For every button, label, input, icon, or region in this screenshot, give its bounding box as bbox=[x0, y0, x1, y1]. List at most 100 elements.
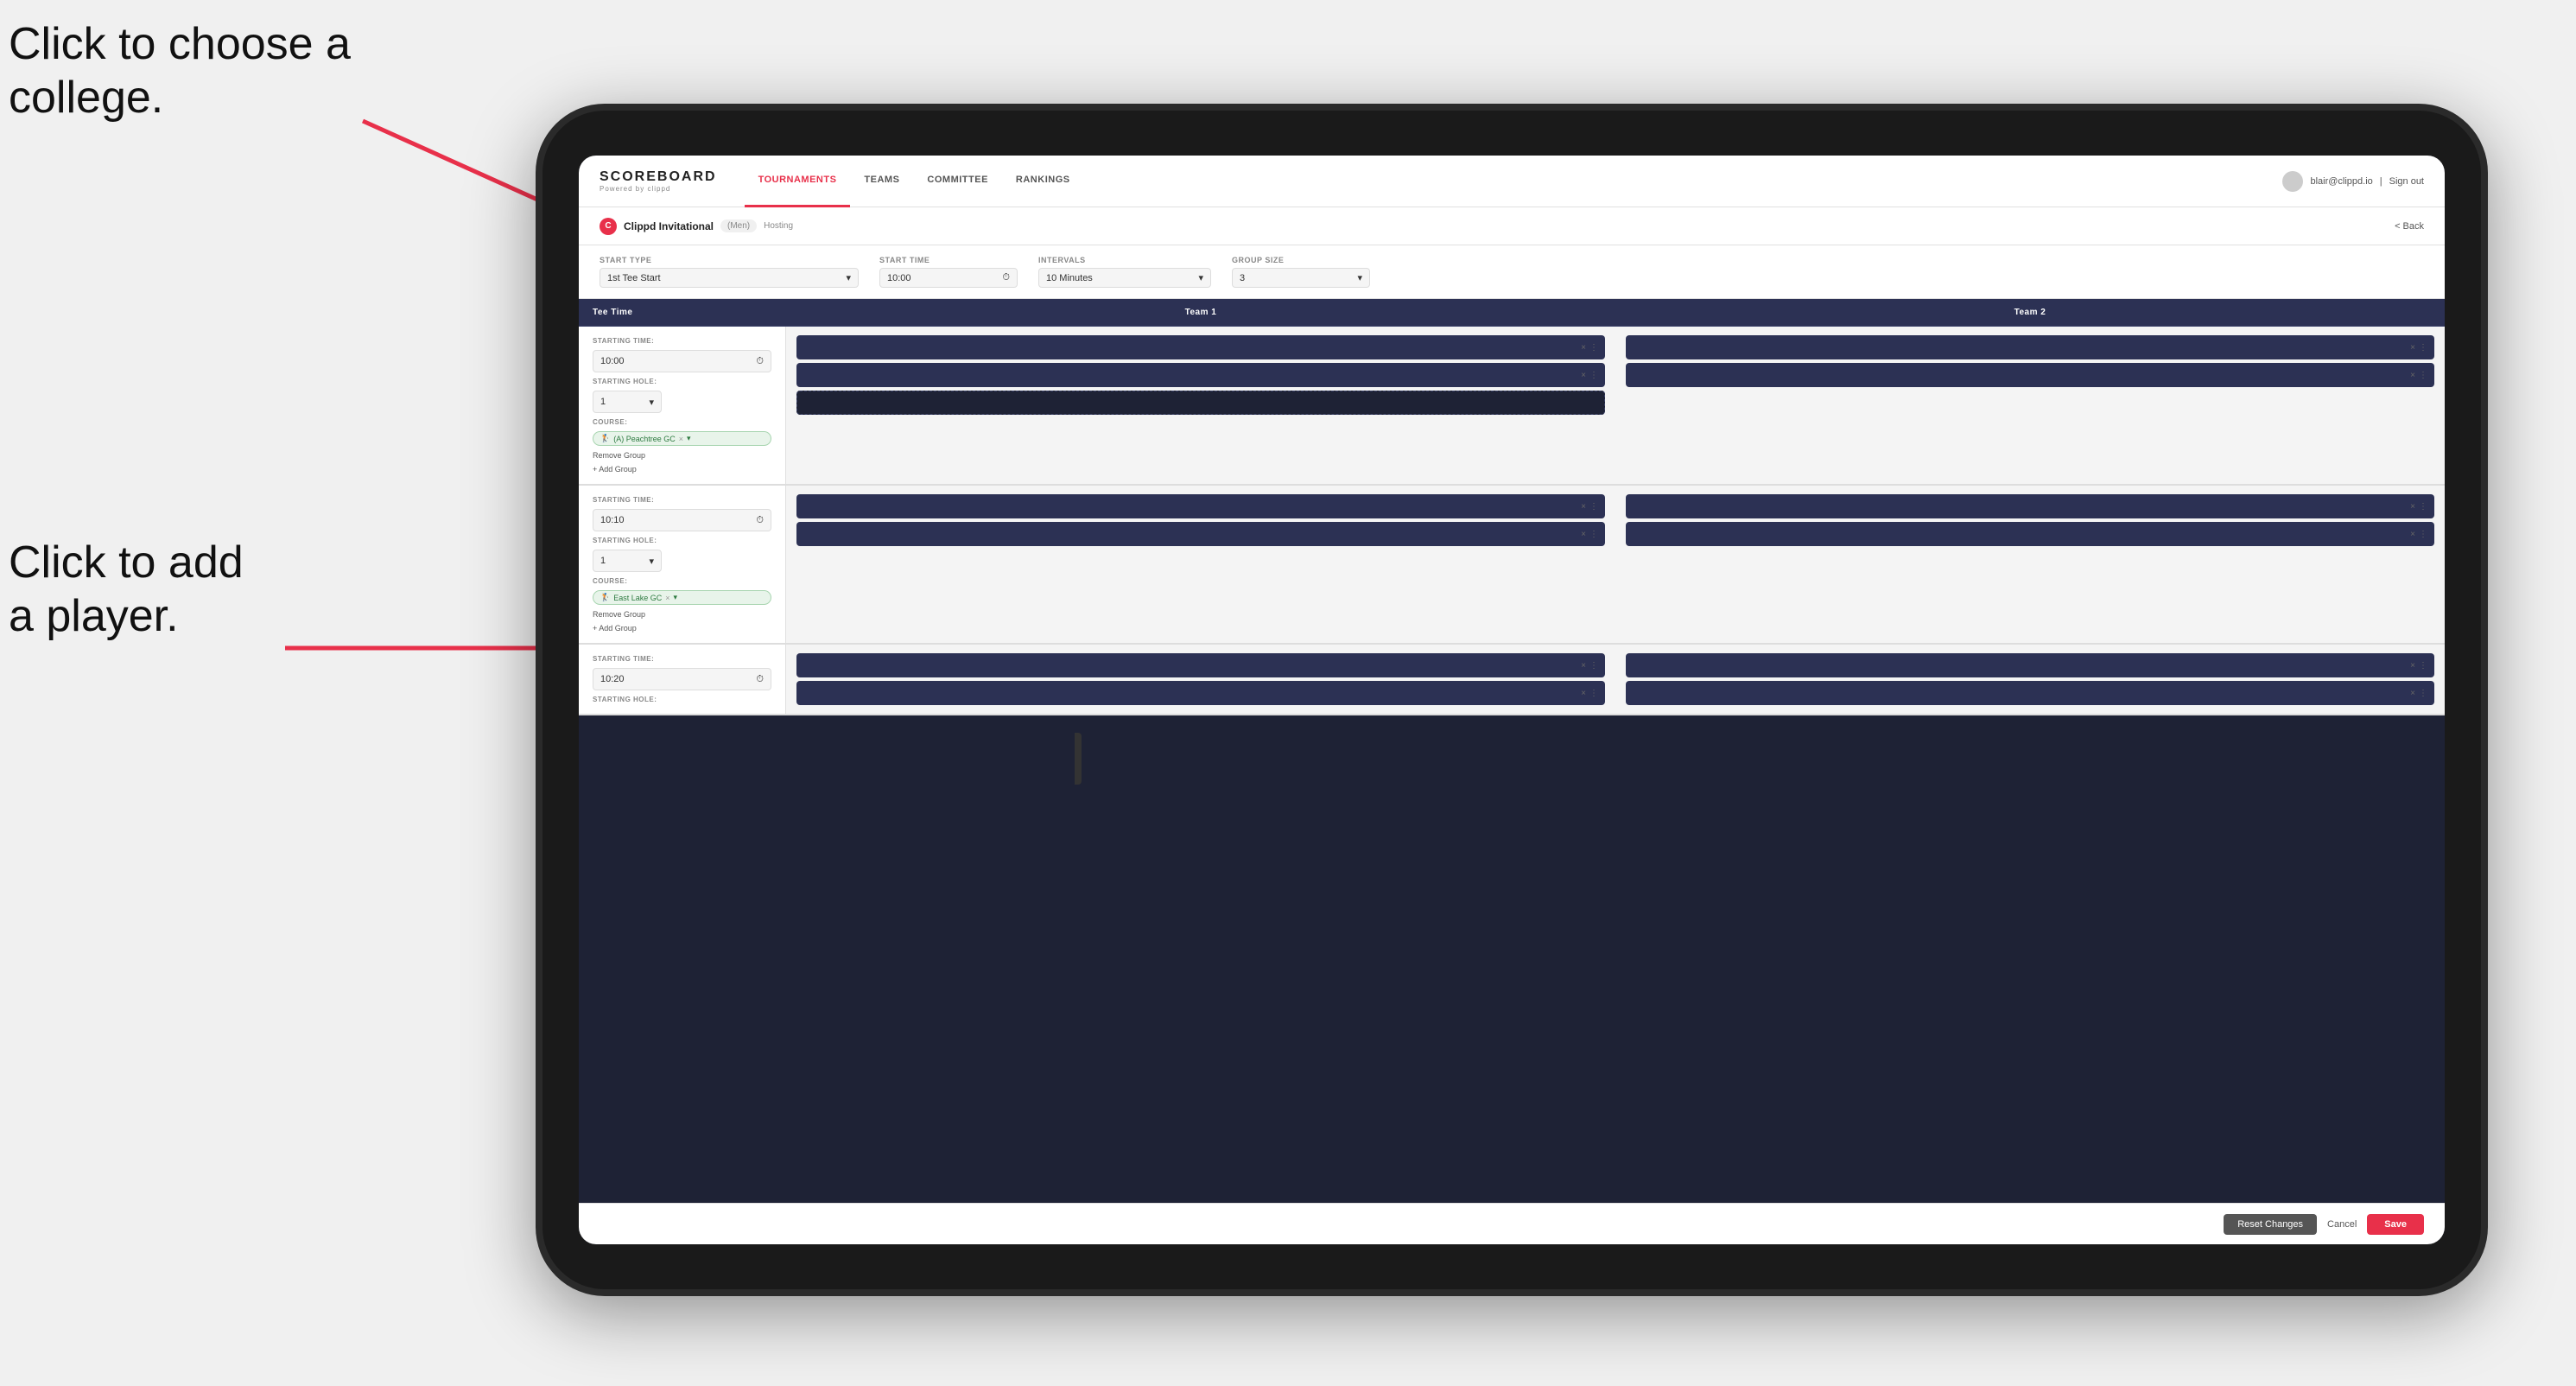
remove-player-icon[interactable]: × bbox=[1581, 343, 1586, 353]
remove-player-icon[interactable]: × bbox=[2410, 689, 2415, 698]
nav-item-rankings[interactable]: RANKINGS bbox=[1002, 156, 1084, 207]
course-tag-2[interactable]: 🏌 East Lake GC × ▾ bbox=[593, 590, 771, 605]
reorder-icon[interactable]: ⋮ bbox=[1589, 343, 1598, 353]
logo-subtitle: Powered by clippd bbox=[600, 185, 717, 193]
course-icon: 🏌 bbox=[600, 593, 610, 602]
back-button[interactable]: < Back bbox=[2395, 221, 2424, 232]
intervals-input[interactable]: 10 Minutes ▾ bbox=[1038, 268, 1211, 288]
reset-button[interactable]: Reset Changes bbox=[2224, 1214, 2317, 1235]
course-label: COURSE: bbox=[593, 418, 771, 426]
nav-item-teams[interactable]: TEAMS bbox=[850, 156, 913, 207]
player-slot[interactable]: × ⋮ bbox=[1626, 363, 2434, 387]
starting-hole-label: STARTING HOLE: bbox=[593, 537, 771, 544]
logo-area: SCOREBOARD Powered by clippd bbox=[600, 169, 717, 193]
logo-title: SCOREBOARD bbox=[600, 169, 717, 185]
chevron-icon: ▾ bbox=[649, 397, 654, 408]
course-label: COURSE: bbox=[593, 577, 771, 585]
player-slot[interactable]: × ⋮ bbox=[1626, 681, 2434, 705]
team2-panel-3: × ⋮ × ⋮ bbox=[1615, 645, 2445, 714]
player-slot[interactable]: × ⋮ bbox=[1626, 522, 2434, 546]
remove-player-icon[interactable]: × bbox=[1581, 371, 1586, 380]
table-row: STARTING TIME: 10:20 ⏱ STARTING HOLE: × … bbox=[579, 645, 2445, 715]
tee-table-body: STARTING TIME: 10:00 ⏱ STARTING HOLE: 1 … bbox=[579, 327, 2445, 1203]
chevron-icon: ▾ bbox=[687, 434, 691, 443]
starting-time-input-3[interactable]: 10:20 ⏱ bbox=[593, 668, 771, 690]
course-tag-1[interactable]: 🏌 (A) Peachtree GC × ▾ bbox=[593, 431, 771, 446]
starting-hole-label: STARTING HOLE: bbox=[593, 378, 771, 385]
nav-item-tournaments[interactable]: TOURNAMENTS bbox=[745, 156, 851, 207]
player-slot[interactable]: × ⋮ bbox=[1626, 335, 2434, 359]
clock-icon: ⏱ bbox=[756, 515, 764, 526]
group-size-label: Group Size bbox=[1232, 256, 1370, 264]
start-type-label: Start Type bbox=[600, 256, 859, 264]
cancel-button[interactable]: Cancel bbox=[2327, 1219, 2357, 1230]
left-panel-2: STARTING TIME: 10:10 ⏱ STARTING HOLE: 1 … bbox=[579, 486, 786, 643]
add-group-link-1[interactable]: + Add Group bbox=[593, 465, 771, 474]
reorder-icon[interactable]: ⋮ bbox=[1589, 689, 1598, 698]
reorder-icon[interactable]: ⋮ bbox=[2419, 661, 2427, 671]
reorder-icon[interactable]: ⋮ bbox=[2419, 689, 2427, 698]
remove-player-icon[interactable]: × bbox=[1581, 689, 1586, 698]
starting-time-input-1[interactable]: 10:00 ⏱ bbox=[593, 350, 771, 372]
player-slot[interactable]: × ⋮ bbox=[796, 522, 1605, 546]
remove-course-btn[interactable]: × bbox=[679, 435, 683, 443]
player-slot[interactable]: × ⋮ bbox=[796, 681, 1605, 705]
clock-icon: ⏱ bbox=[756, 356, 764, 367]
save-button[interactable]: Save bbox=[2367, 1214, 2424, 1235]
starting-hole-label: STARTING HOLE: bbox=[593, 696, 771, 703]
breadcrumb: C Clippd Invitational (Men) Hosting bbox=[600, 218, 793, 235]
add-group-link-2[interactable]: + Add Group bbox=[593, 624, 771, 633]
nav-item-committee[interactable]: COMMITTEE bbox=[913, 156, 1002, 207]
reorder-icon[interactable]: ⋮ bbox=[1589, 530, 1598, 539]
nav-right: blair@clippd.io | Sign out bbox=[2282, 171, 2424, 192]
chevron-icon: ▾ bbox=[1198, 272, 1203, 283]
reorder-icon[interactable]: ⋮ bbox=[2419, 343, 2427, 353]
bottom-toolbar: Reset Changes Cancel Save bbox=[579, 1203, 2445, 1244]
remove-player-icon[interactable]: × bbox=[2410, 502, 2415, 512]
player-slot[interactable]: × ⋮ bbox=[796, 335, 1605, 359]
starting-hole-input-1[interactable]: 1 ▾ bbox=[593, 391, 662, 413]
reorder-icon[interactable]: ⋮ bbox=[2419, 530, 2427, 539]
reorder-icon[interactable]: ⋮ bbox=[1589, 661, 1598, 671]
starting-time-input-2[interactable]: 10:10 ⏱ bbox=[593, 509, 771, 531]
org-logo: C bbox=[600, 218, 617, 235]
player-slot[interactable]: × ⋮ bbox=[1626, 494, 2434, 518]
remove-player-icon[interactable]: × bbox=[2410, 343, 2415, 353]
remove-player-icon[interactable]: × bbox=[1581, 530, 1586, 539]
reorder-icon[interactable]: ⋮ bbox=[1589, 502, 1598, 512]
th-team2: Team 2 bbox=[1615, 299, 2445, 326]
start-time-input[interactable]: 10:00 ⏱ bbox=[879, 268, 1018, 288]
remove-course-btn[interactable]: × bbox=[665, 594, 669, 602]
remove-player-icon[interactable]: × bbox=[2410, 661, 2415, 671]
user-email: blair@clippd.io bbox=[2310, 176, 2372, 187]
add-player-slot-1[interactable] bbox=[796, 391, 1605, 415]
starting-hole-input-2[interactable]: 1 ▾ bbox=[593, 550, 662, 572]
player-slot[interactable]: × ⋮ bbox=[796, 363, 1605, 387]
left-panel-3: STARTING TIME: 10:20 ⏱ STARTING HOLE: bbox=[579, 645, 786, 714]
team1-panel-1: × ⋮ × ⋮ bbox=[786, 327, 1615, 484]
player-slot[interactable]: × ⋮ bbox=[796, 653, 1605, 677]
start-time-group: Start Time 10:00 ⏱ bbox=[879, 256, 1018, 288]
tournament-title: Clippd Invitational bbox=[624, 220, 714, 232]
remove-player-icon[interactable]: × bbox=[2410, 530, 2415, 539]
reorder-icon[interactable]: ⋮ bbox=[1589, 371, 1598, 380]
user-avatar bbox=[2282, 171, 2303, 192]
chevron-icon: ▾ bbox=[649, 556, 654, 567]
player-slot[interactable]: × ⋮ bbox=[796, 494, 1605, 518]
start-type-input[interactable]: 1st Tee Start ▾ bbox=[600, 268, 859, 288]
sign-out-link[interactable]: Sign out bbox=[2389, 176, 2424, 187]
remove-player-icon[interactable]: × bbox=[1581, 502, 1586, 512]
reorder-icon[interactable]: ⋮ bbox=[2419, 371, 2427, 380]
top-nav: SCOREBOARD Powered by clippd TOURNAMENTS… bbox=[579, 156, 2445, 207]
remove-group-link-2[interactable]: Remove Group bbox=[593, 610, 771, 619]
reorder-icon[interactable]: ⋮ bbox=[2419, 502, 2427, 512]
annotation-add-player: Click to add a player. bbox=[9, 536, 244, 644]
remove-player-icon[interactable]: × bbox=[1581, 661, 1586, 671]
th-team1: Team 1 bbox=[786, 299, 1615, 326]
gender-badge: (Men) bbox=[720, 219, 757, 232]
group-size-input[interactable]: 3 ▾ bbox=[1232, 268, 1370, 288]
remove-player-icon[interactable]: × bbox=[2410, 371, 2415, 380]
tablet-side-button[interactable] bbox=[1075, 733, 1082, 785]
remove-group-link-1[interactable]: Remove Group bbox=[593, 451, 771, 460]
player-slot[interactable]: × ⋮ bbox=[1626, 653, 2434, 677]
